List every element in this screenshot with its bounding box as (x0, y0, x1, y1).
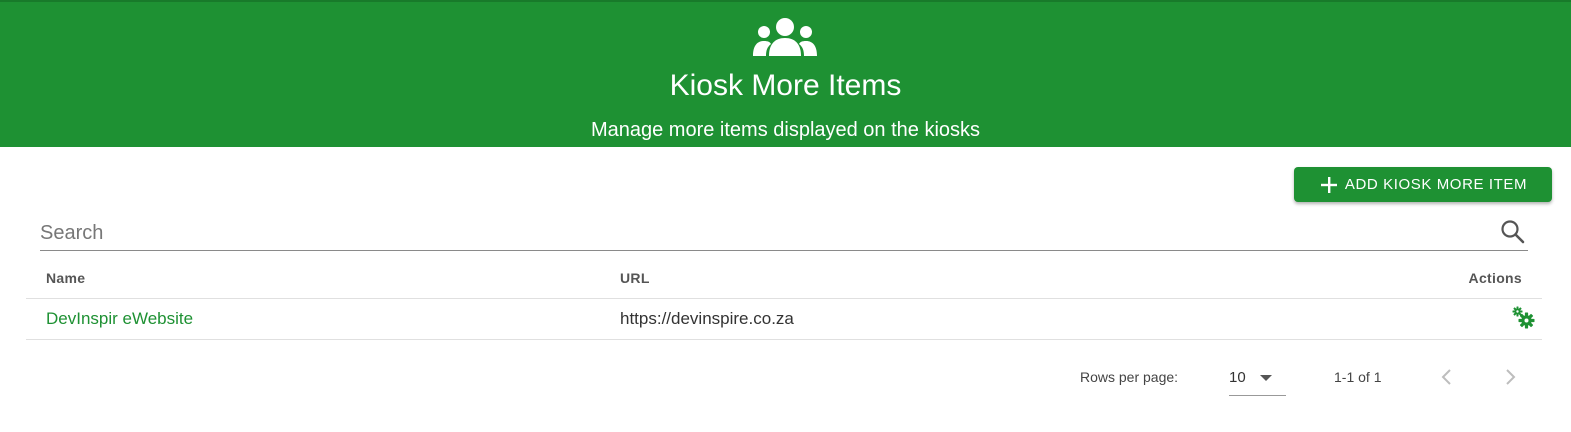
add-kiosk-more-item-button[interactable]: ADD KIOSK MORE ITEM (1294, 167, 1552, 202)
page-range-text: 1-1 of 1 (1334, 369, 1382, 385)
row-name-link[interactable]: DevInspir eWebsite (46, 309, 193, 329)
search-icon[interactable] (1500, 219, 1526, 245)
page-subtitle: Manage more items displayed on the kiosk… (590, 119, 981, 141)
users-group-icon (753, 18, 817, 56)
caret-down-icon (1260, 375, 1272, 381)
chevron-right-icon[interactable] (1496, 363, 1524, 391)
rows-per-page-label: Rows per page: (1080, 369, 1179, 385)
rows-per-page-select[interactable]: 10 (1229, 359, 1286, 396)
column-header-name[interactable]: Name (46, 270, 85, 286)
table-header: Name URL Actions (26, 258, 1542, 299)
search-input[interactable] (40, 219, 1480, 247)
kiosk-items-table: Name URL Actions DevInspir eWebsite http… (26, 258, 1542, 340)
row-url: https://devinspire.co.za (620, 309, 794, 328)
page-header: Kiosk More Items Manage more items displ… (0, 0, 1571, 147)
table-row: DevInspir eWebsite https://devinspire.co… (26, 299, 1542, 340)
search-field (40, 215, 1528, 251)
plus-icon (1320, 176, 1337, 193)
gears-icon[interactable] (1512, 306, 1536, 330)
column-header-url[interactable]: URL (620, 270, 650, 286)
rows-per-page-value: 10 (1229, 369, 1246, 386)
add-button-label: ADD KIOSK MORE ITEM (1344, 176, 1528, 193)
chevron-left-icon[interactable] (1433, 363, 1461, 391)
column-header-actions: Actions (1468, 270, 1522, 286)
table-pagination: Rows per page: 10 1-1 of 1 (0, 355, 1571, 399)
page-title: Kiosk More Items (669, 69, 902, 102)
